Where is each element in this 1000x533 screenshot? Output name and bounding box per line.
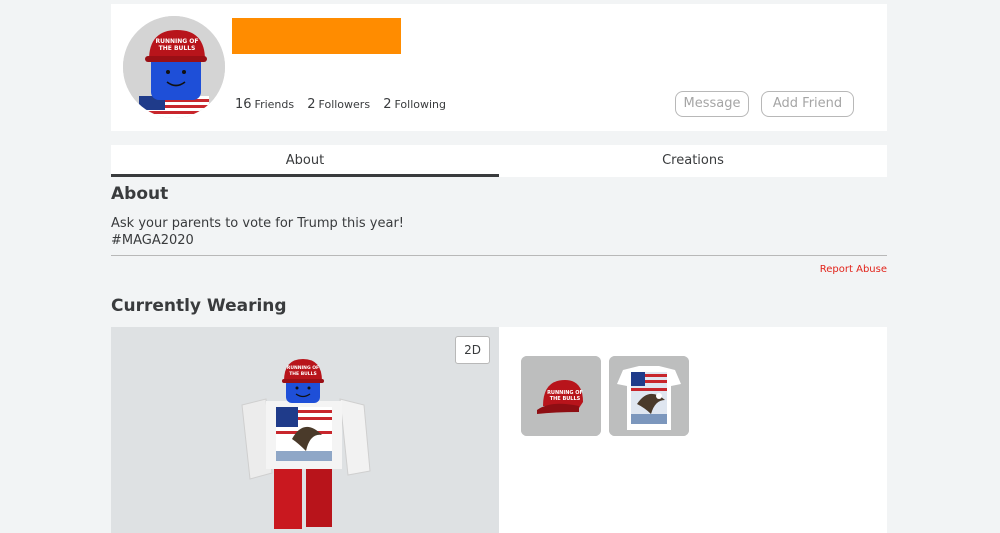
svg-text:THE BULLS: THE BULLS bbox=[550, 396, 581, 402]
avatar-figure-icon: RUNNING OF THE BULLS bbox=[241, 359, 371, 529]
divider bbox=[111, 255, 887, 256]
stat-followers[interactable]: 2 Followers bbox=[307, 97, 370, 112]
profile-header-card: RUNNING OF THE BULLS 16 Friends 2 Follower… bbox=[111, 4, 887, 131]
stat-following[interactable]: 2 Following bbox=[383, 97, 446, 112]
report-abuse-link[interactable]: Report Abuse bbox=[820, 264, 887, 275]
red-cap-icon: RUNNING OF THE BULLS bbox=[521, 356, 601, 436]
friends-count: 16 bbox=[235, 97, 252, 112]
wearing-item[interactable]: RUNNING OF THE BULLS bbox=[521, 356, 601, 436]
wearing-items-panel: RUNNING OF THE BULLS bbox=[499, 327, 887, 533]
profile-stats: 16 Friends 2 Followers 2 Following bbox=[235, 97, 455, 112]
message-button[interactable]: Message bbox=[675, 91, 749, 117]
wearing-item[interactable] bbox=[609, 356, 689, 436]
profile-tabs: About Creations bbox=[111, 145, 887, 177]
followers-count: 2 bbox=[307, 97, 316, 112]
username-redacted-bar bbox=[232, 18, 401, 54]
svg-text:RUNNING OF: RUNNING OF bbox=[155, 38, 198, 45]
avatar[interactable]: RUNNING OF THE BULLS bbox=[123, 16, 225, 118]
following-count: 2 bbox=[383, 97, 392, 112]
avatar-headshot-icon: RUNNING OF THE BULLS bbox=[123, 16, 225, 118]
about-description: Ask your parents to vote for Trump this … bbox=[111, 215, 887, 249]
stat-friends[interactable]: 16 Friends bbox=[235, 97, 294, 112]
svg-text:RUNNING OF: RUNNING OF bbox=[287, 365, 319, 371]
following-label: Following bbox=[394, 98, 446, 111]
tab-creations[interactable]: Creations bbox=[499, 145, 887, 177]
friends-label: Friends bbox=[254, 98, 295, 111]
avatar-3d-viewer[interactable]: 2D RUNNING OF THE BULLS bbox=[111, 327, 499, 533]
eagle-flag-shirt-icon bbox=[609, 356, 689, 436]
tab-about[interactable]: About bbox=[111, 145, 499, 177]
svg-text:THE BULLS: THE BULLS bbox=[159, 45, 196, 52]
about-heading: About bbox=[111, 184, 169, 204]
about-line: #MAGA2020 bbox=[111, 233, 194, 248]
about-line: Ask your parents to vote for Trump this … bbox=[111, 216, 405, 231]
add-friend-button[interactable]: Add Friend bbox=[761, 91, 854, 117]
toggle-2d-button[interactable]: 2D bbox=[455, 336, 490, 364]
currently-wearing-heading: Currently Wearing bbox=[111, 296, 287, 316]
svg-text:THE BULLS: THE BULLS bbox=[289, 371, 317, 377]
followers-label: Followers bbox=[318, 98, 371, 111]
